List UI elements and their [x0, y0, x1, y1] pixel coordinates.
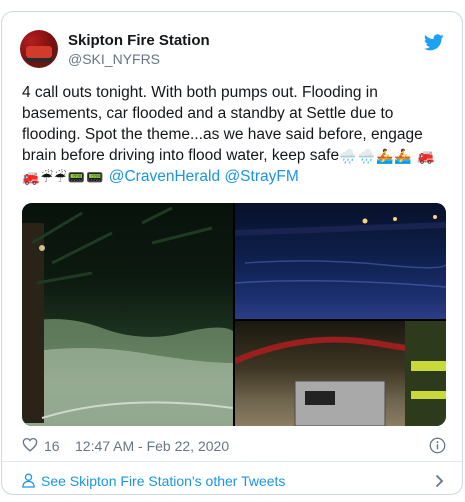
- divider: [2, 461, 462, 462]
- emoji-fire-engine: 🚒: [22, 169, 40, 185]
- emoji-umbrella-rain: ☔: [40, 169, 53, 185]
- tweet-timestamp[interactable]: 12:47 AM - Feb 22, 2020: [75, 438, 229, 454]
- author-display-name[interactable]: Skipton Fire Station: [68, 32, 210, 49]
- mention-link[interactable]: @StrayFM: [224, 168, 298, 185]
- embedded-tweet-card: Skipton Fire Station @SKI_NYFRS 4 call o…: [1, 11, 463, 495]
- photo-pump-hose[interactable]: [235, 321, 446, 426]
- tweet-media-grid: [22, 203, 446, 426]
- photo-pump-hose-drawing: [235, 321, 446, 426]
- emoji-pager: 📟: [86, 169, 104, 185]
- photo-flooded-road[interactable]: [235, 203, 446, 319]
- heart-icon[interactable]: [22, 437, 38, 452]
- see-other-tweets-link[interactable]: See Skipton Fire Station's other Tweets: [22, 470, 446, 494]
- photo-flooded-garden[interactable]: [22, 203, 233, 426]
- see-other-tweets-label[interactable]: See Skipton Fire Station's other Tweets: [41, 473, 285, 489]
- emoji-pager: 📟: [67, 169, 85, 185]
- tweet-meta: 16 12:47 AM - Feb 22, 2020: [22, 433, 446, 457]
- twitter-bird-icon[interactable]: [424, 34, 444, 51]
- info-icon[interactable]: [429, 437, 446, 454]
- emoji-group-weather: 🌧️🌧️🚣🚣: [339, 147, 413, 164]
- like-count[interactable]: 16: [44, 438, 60, 454]
- emoji-fire-engine: 🚒: [417, 148, 435, 164]
- person-icon: [22, 473, 35, 488]
- chevron-right-icon[interactable]: [435, 474, 444, 488]
- avatar[interactable]: [20, 30, 58, 68]
- emoji-rain-cloud: 🌧️: [339, 148, 357, 164]
- emoji-umbrella-rain: ☔: [54, 169, 67, 185]
- photo-flooded-garden-drawing: [22, 206, 233, 426]
- tweet-header: Skipton Fire Station @SKI_NYFRS: [20, 30, 446, 70]
- mention-link[interactable]: @CravenHerald: [109, 168, 220, 185]
- emoji-rain-cloud: 🌧️: [357, 148, 375, 164]
- photo-flooded-road-drawing: [235, 215, 446, 288]
- author-handle[interactable]: @SKI_NYFRS: [68, 51, 160, 67]
- emoji-rowboat: 🚣: [375, 148, 394, 164]
- emoji-rowboat: 🚣: [394, 148, 412, 164]
- tweet-text: 4 call outs tonight. With both pumps out…: [22, 82, 446, 187]
